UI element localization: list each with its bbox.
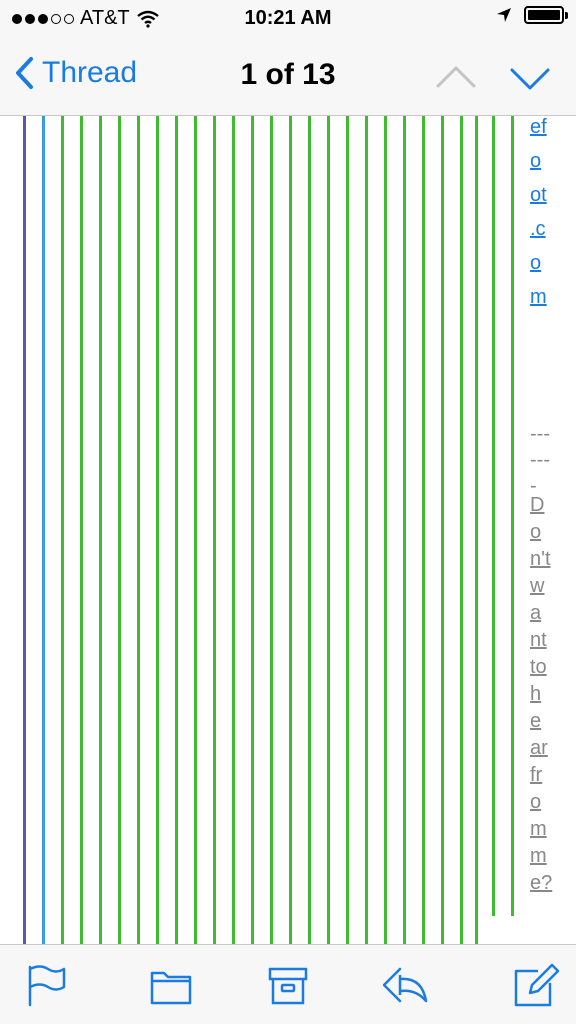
- footer-char: h: [530, 683, 542, 705]
- status-right: [496, 6, 568, 24]
- separator-text: --- --- -: [530, 417, 574, 497]
- thread-quote-line: [308, 116, 311, 944]
- folder-icon[interactable]: [144, 961, 196, 1009]
- footer-char: a: [530, 602, 542, 624]
- thread-quote-line: [213, 116, 216, 944]
- back-button[interactable]: Thread: [14, 56, 137, 90]
- thread-quote-line: [118, 116, 121, 944]
- thread-quote-line: [42, 116, 45, 944]
- thread-quote-line: [492, 116, 495, 916]
- footer-char: w: [530, 575, 545, 597]
- next-message-button[interactable]: [506, 60, 554, 96]
- bottom-toolbar: [0, 944, 576, 1024]
- reply-icon[interactable]: [378, 961, 430, 1009]
- link-fragment-char: .c: [530, 218, 546, 240]
- previous-message-button[interactable]: [432, 60, 480, 96]
- unsubscribe-link[interactable]: D o n't w a nt to h e ar fr o m m e?: [530, 492, 574, 897]
- footer-char: D: [530, 494, 545, 516]
- thread-quote-line: [384, 116, 387, 944]
- flag-icon[interactable]: [22, 961, 74, 1009]
- compose-icon[interactable]: [508, 961, 560, 1009]
- thread-quote-line: [460, 116, 463, 944]
- battery-icon: [524, 6, 568, 24]
- thread-quote-line: [194, 116, 197, 944]
- link-fragment-char: m: [530, 286, 547, 308]
- footer-char: e: [530, 710, 542, 732]
- footer-char: ar: [530, 737, 548, 759]
- footer-char: n't: [530, 548, 551, 570]
- thread-quote-line: [403, 116, 406, 944]
- footer-char: e?: [530, 872, 553, 894]
- footer-char: o: [530, 791, 542, 813]
- thread-quote-line: [475, 116, 478, 944]
- link-fragment-char: o: [530, 252, 542, 274]
- back-label: Thread: [42, 56, 138, 89]
- thread-quote-line: [137, 116, 140, 944]
- status-bar: AT&T 10:21 AM: [0, 0, 576, 38]
- footer-char: to: [530, 656, 547, 678]
- footer-char: nt: [530, 629, 547, 651]
- thread-quote-line: [80, 116, 83, 944]
- clock: 10:21 AM: [244, 7, 332, 29]
- separator-line: ---: [530, 423, 550, 445]
- thread-quote-line: [511, 116, 514, 916]
- chevron-left-icon: [16, 57, 33, 89]
- thread-quote-line: [346, 116, 349, 944]
- email-address-link[interactable]: ef o ot .c o m: [530, 116, 574, 314]
- thread-quote-line: [441, 116, 444, 944]
- footer-char: fr: [530, 764, 543, 786]
- thread-quote-line: [175, 116, 178, 944]
- thread-quote-line: [327, 116, 330, 944]
- location-arrow-icon: [497, 8, 511, 22]
- thread-quote-line: [270, 116, 273, 944]
- thread-quote-line: [232, 116, 235, 944]
- footer-char: m: [530, 845, 547, 867]
- footer-char: o: [530, 521, 542, 543]
- separator-line: ---: [530, 449, 550, 471]
- thread-quote-line: [365, 116, 368, 944]
- nav-bar: Thread 1 of 13: [0, 38, 576, 116]
- message-body[interactable]: ef o ot .c o m --- --- - D o n't w a nt …: [0, 116, 576, 944]
- link-fragment-char: o: [530, 150, 542, 172]
- link-fragment-char: ot: [530, 184, 547, 206]
- thread-quote-line: [99, 116, 102, 944]
- thread-quote-line: [289, 116, 292, 944]
- thread-quote-line: [251, 116, 254, 944]
- thread-quote-line: [23, 116, 26, 944]
- thread-quote-line: [422, 116, 425, 944]
- footer-char: m: [530, 818, 547, 840]
- thread-quote-line: [156, 116, 159, 944]
- thread-quote-line: [61, 116, 64, 944]
- archive-icon[interactable]: [262, 961, 314, 1009]
- link-fragment-char: ef: [530, 116, 547, 138]
